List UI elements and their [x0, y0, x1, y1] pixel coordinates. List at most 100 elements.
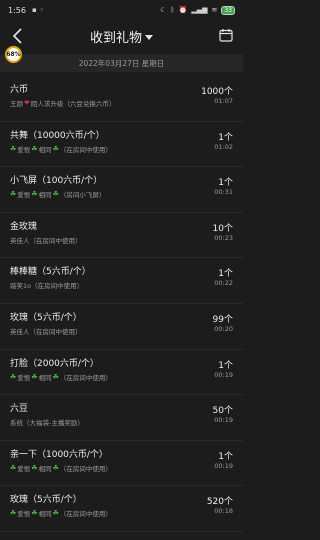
source-text: （在房间中使用） — [59, 145, 112, 154]
gift-time: 00:20 — [214, 324, 233, 333]
list-item[interactable]: 棒棒糖（5六币/个） 踮笑1o（在房间中使用） 1个 00:22 — [0, 258, 243, 304]
gift-source: 王颜 ❤ 陌人求升级（六豆兑换六币） — [10, 98, 235, 108]
clover-icon: ☘ — [10, 144, 17, 153]
source-text: （在房间中使用） — [59, 510, 112, 519]
list-item[interactable]: 六豆系统（大福袋-主播奖励） 50个 00:19 — [0, 395, 243, 441]
source-text: 王颜 — [10, 100, 23, 108]
clover-icon: ☘ — [10, 190, 17, 199]
gift-count: 1个 — [218, 269, 233, 280]
gift-count: 1000个 — [201, 87, 233, 97]
clover-icon: ☘ — [31, 509, 38, 518]
gift-name: 六豆 — [10, 404, 29, 415]
gift-count: 520个 — [206, 497, 233, 508]
clover-icon: ☘ — [52, 509, 59, 518]
source-text: 相同 — [38, 191, 52, 200]
clover-icon: ☘ — [52, 190, 59, 199]
gift-count: 1个 — [218, 451, 233, 462]
source-text: 相同 — [38, 373, 52, 382]
gift-time: 00:31 — [214, 188, 233, 197]
source-text: 相同 — [38, 464, 52, 473]
bluetooth-icon: ᛒ — [170, 6, 175, 14]
clover-icon: ☘ — [31, 372, 38, 381]
list-item[interactable]: 玫瑰（5六币/个） ☘ 爱恨 ☘ 相同 ☘ （在房间中使用） 520个 00:18 — [0, 486, 243, 532]
clover-icon: ☘ — [31, 190, 38, 199]
page-title: 收到礼物 — [89, 30, 142, 46]
source-text: 爱恨 — [17, 464, 31, 473]
source-text: 相同 — [38, 145, 52, 154]
gift-source: ☘ 爱恨 ☘ 相同 ☘ （在房间中使用） — [10, 508, 235, 518]
back-arrow-icon[interactable] — [10, 26, 26, 46]
gift-name: 金玫瑰 — [10, 221, 38, 232]
gift-time: 01:07 — [214, 97, 233, 105]
heart-icon: ❤ — [24, 99, 30, 107]
gift-count: 50个 — [212, 406, 233, 417]
list-item[interactable]: 小飞屏（100六币/个） ☘ 爱恨 ☘ 相同 ☘ （房间小飞屏） 1个 00:31 — [0, 167, 243, 213]
calendar-icon[interactable] — [219, 28, 233, 42]
gift-name: 玫瑰（5六币/个） — [10, 495, 82, 506]
list-item[interactable]: 共舞（10000六币/个） ☘ 爱恨 ☘ 相同 ☘ （在房间中使用） 1个 01:02 — [0, 122, 243, 168]
clover-icon: ☘ — [10, 463, 17, 472]
gift-name: 亲一下（1000六币/个） — [10, 449, 108, 460]
status-bar: 1:56 ▪ ◦ ☾ ᛒ ⏰ ▂▄▆ ≋ 33 — [0, 0, 243, 20]
gift-time: 01:02 — [214, 142, 233, 151]
gift-name: 棒棒糖（5六币/个） — [10, 267, 91, 278]
gift-time: 00:23 — [214, 233, 233, 242]
progress-badge[interactable]: 68% — [5, 46, 22, 63]
notification-icon: ◦ — [39, 6, 44, 14]
source-text: 英佳人（在房间中使用） — [10, 236, 82, 245]
clover-icon: ☘ — [52, 144, 59, 153]
gift-count: 10个 — [212, 223, 233, 234]
header: 收到礼物 — [0, 20, 243, 52]
source-text: 爱恨 — [17, 510, 31, 519]
wifi-icon: ≋ — [211, 6, 218, 14]
source-text: （在房间中使用） — [59, 373, 112, 382]
source-text: 爱恨 — [17, 191, 31, 200]
moon-icon: ☾ — [160, 6, 167, 14]
source-text: （在房间中使用） — [59, 464, 112, 473]
gift-source: 系统（大福袋-主播奖励） — [10, 417, 235, 427]
list-item[interactable]: 六币 王颜 ❤ 陌人求升级（六豆兑换六币） 1000个 01:07 — [0, 76, 243, 122]
title-dropdown[interactable]: 收到礼物 — [90, 27, 153, 46]
chevron-down-icon — [145, 34, 153, 40]
gift-time: 00:22 — [214, 279, 233, 288]
gift-name: 小飞屏（100六币/个） — [10, 176, 103, 187]
notification-icons: ▪ ◦ — [32, 6, 44, 14]
source-text: 踮笑1o（在房间中使用） — [10, 282, 84, 291]
gift-count: 1个 — [218, 360, 233, 371]
source-text: 系统（大福袋-主播奖励） — [10, 419, 84, 428]
gift-source: ☘ 爱恨 ☘ 相同 ☘ （在房间中使用） — [10, 463, 235, 473]
gift-list: 六币 王颜 ❤ 陌人求升级（六豆兑换六币） 1000个 01:07 共舞（10000六币/个… — [0, 76, 243, 532]
battery-icon: 33 — [221, 5, 235, 15]
gift-name: 玫瑰（5六币/个） — [10, 312, 82, 323]
gift-source: 踮笑1o（在房间中使用） — [10, 280, 235, 290]
status-right: ☾ ᛒ ⏰ ▂▄▆ ≋ 33 — [160, 5, 235, 15]
gift-time: 00:19 — [214, 416, 233, 425]
list-item[interactable]: 亲一下（1000六币/个） ☘ 爱恨 ☘ 相同 ☘ （在房间中使用） 1个 00:19 — [0, 441, 243, 487]
gift-time: 00:18 — [214, 507, 233, 516]
source-text: 英佳人（在房间中使用） — [10, 327, 82, 336]
source-text: （房间小飞屏） — [59, 191, 106, 200]
gift-count: 1个 — [218, 178, 233, 189]
gift-time: 00:19 — [214, 461, 233, 470]
gift-source: 英佳人（在房间中使用） — [10, 235, 235, 245]
list-item[interactable]: 玫瑰（5六币/个） 英佳人（在房间中使用） 99个 00:20 — [0, 304, 243, 350]
date-header: 2022年03月27日 星期日 — [0, 54, 243, 72]
signal-icon: ▂▄▆ — [191, 6, 208, 14]
status-time: 1:56 — [8, 5, 26, 15]
date-label: 2022年03月27日 星期日 — [78, 58, 165, 68]
source-text: 爱恨 — [17, 145, 31, 154]
clover-icon: ☘ — [52, 463, 59, 472]
source-text: 相同 — [38, 510, 52, 519]
source-text: 陌人求升级（六豆兑换六币） — [30, 100, 116, 108]
clover-icon: ☘ — [10, 509, 17, 518]
list-item[interactable]: 金玫瑰英佳人（在房间中使用） 10个 00:23 — [0, 213, 243, 259]
gift-source: ☘ 爱恨 ☘ 相同 ☘ （在房间中使用） — [10, 372, 235, 382]
clover-icon: ☘ — [52, 372, 59, 381]
gift-source: ☘ 爱恨 ☘ 相同 ☘ （房间小飞屏） — [10, 189, 235, 199]
gift-time: 00:19 — [214, 370, 233, 379]
gift-source: ☘ 爱恨 ☘ 相同 ☘ （在房间中使用） — [10, 144, 235, 154]
notification-icon: ▪ — [31, 6, 37, 14]
gift-name: 打脸（2000六币/个） — [10, 358, 99, 369]
clover-icon: ☘ — [31, 463, 38, 472]
list-item[interactable]: 打脸（2000六币/个） ☘ 爱恨 ☘ 相同 ☘ （在房间中使用） 1个 00:19 — [0, 350, 243, 396]
